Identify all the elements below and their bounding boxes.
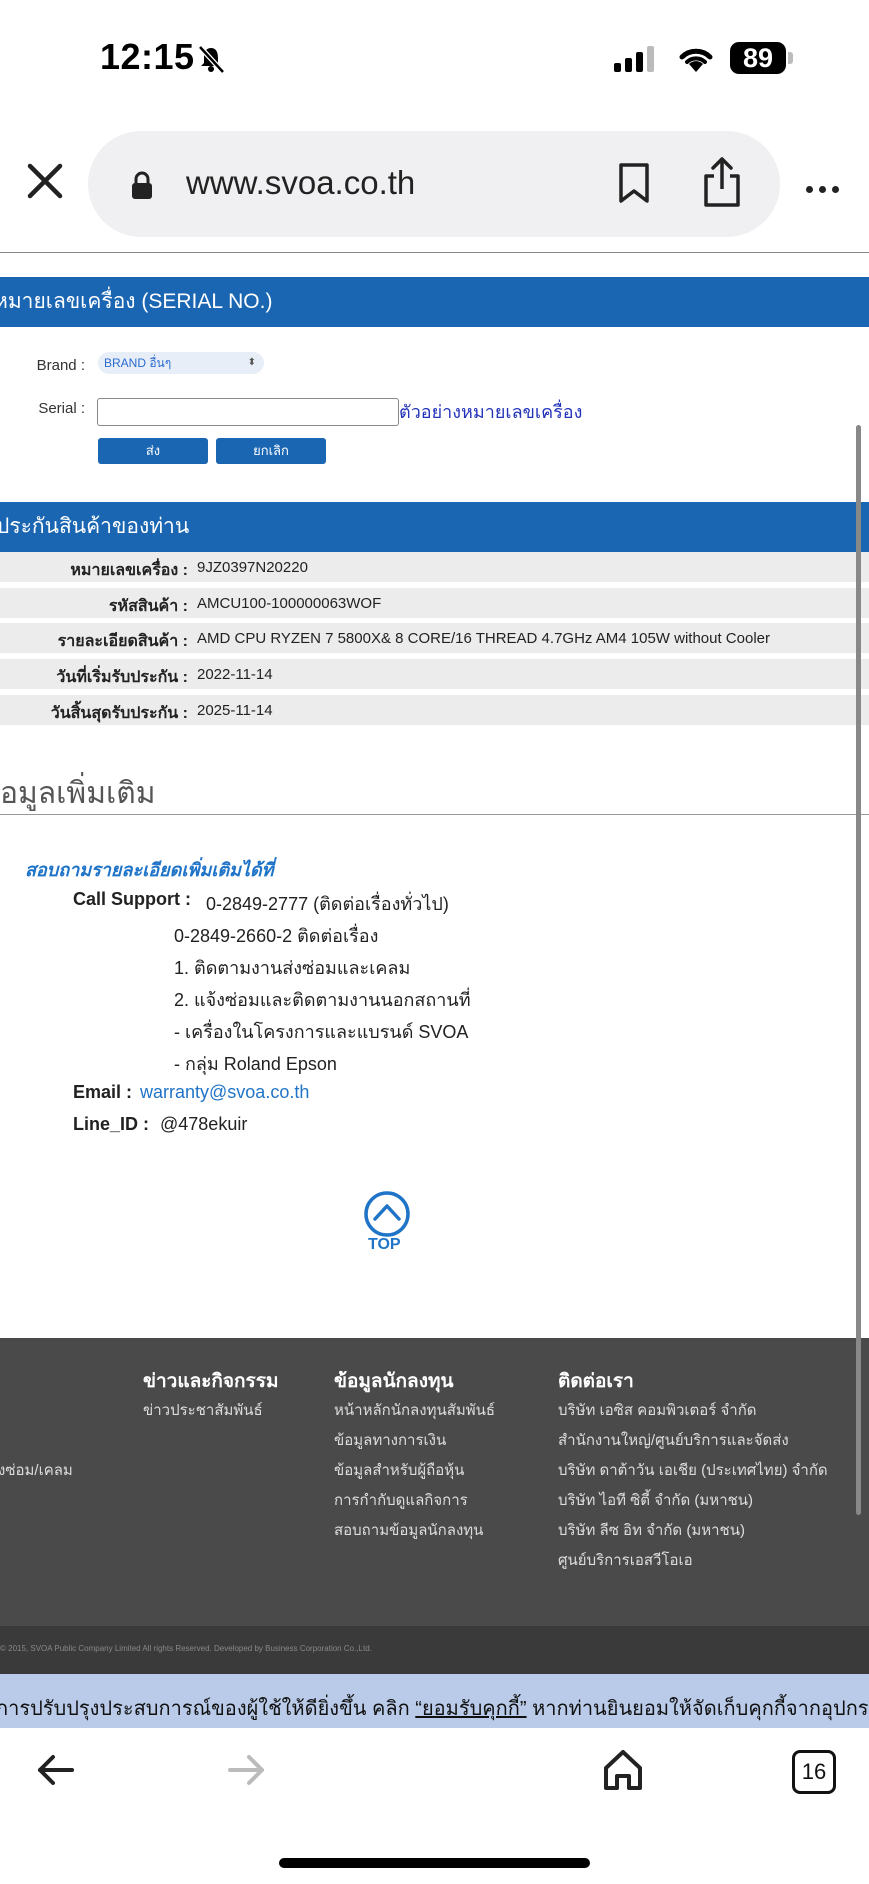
footer-heading-news: ข่าวและกิจกรรม xyxy=(143,1371,279,1392)
warranty-row: หมายเลขเครื่อง : 9JZ0397N20220 xyxy=(0,552,869,582)
footer-heading-contact: ติดต่อเรา xyxy=(558,1371,634,1392)
cookie-text-before: การปรับปรุงประสบการณ์ของผู้ใช้ให้ดียิ่งข… xyxy=(0,1698,416,1720)
serial-section-title: หมายเลขเครื่อง (SERIAL NO.) xyxy=(0,290,273,313)
share-icon[interactable] xyxy=(700,156,744,208)
home-icon[interactable] xyxy=(602,1748,644,1792)
row-value: 2025-11-14 xyxy=(197,702,273,719)
footer-link[interactable]: ข้อมูลทางการเงิน xyxy=(334,1428,446,1452)
call-line: 1. ติดตามงานส่งซ่อมและเคลม xyxy=(174,958,411,978)
copyright: © 2015, SVOA Public Company Limited All … xyxy=(0,1644,372,1653)
status-time: 12:15 xyxy=(100,36,195,77)
footer-link[interactable]: งซ่อม/เคลม xyxy=(0,1458,73,1482)
cookie-text-after: หากท่านยินยอมให้จัดเก็บคุกกี้จากอุปกรณ์ xyxy=(526,1698,869,1720)
row-value: AMD CPU RYZEN 7 5800X& 8 CORE/16 THREAD … xyxy=(197,630,770,647)
contact-heading: สอบถามรายละเอียดเพิ่มเติมได้ที่ xyxy=(25,860,274,880)
footer-heading-investors: ข้อมูลนักลงทุน xyxy=(334,1371,454,1392)
url-text[interactable]: www.svoa.co.th xyxy=(186,164,415,202)
footer-link[interactable]: การกำกับดูแลกิจการ xyxy=(334,1488,468,1512)
row-value: 9JZ0397N20220 xyxy=(197,559,308,576)
row-value: AMCU100-100000063WOF xyxy=(197,595,382,612)
home-indicator xyxy=(279,1858,590,1868)
line-id-value: @478ekuir xyxy=(160,1114,248,1134)
footer-link[interactable]: ข้อมูลสำหรับผู้ถือหุ้น xyxy=(334,1458,464,1482)
close-icon[interactable] xyxy=(24,160,66,202)
footer-link[interactable]: สำนักงานใหญ่/ศูนย์บริการและจัดส่ง xyxy=(558,1428,789,1452)
scroll-top-icon[interactable] xyxy=(362,1189,412,1239)
serial-section-header: หมายเลขเครื่อง (SERIAL NO.) xyxy=(0,277,869,327)
forward-arrow-icon[interactable] xyxy=(226,1750,266,1790)
wifi-icon xyxy=(679,48,713,72)
footer-link[interactable]: หน้าหลักนักลงทุนสัมพันธ์ xyxy=(334,1398,495,1422)
row-value: 2022-11-14 xyxy=(197,666,273,683)
row-label: วันสิ้นสุดรับประกัน : xyxy=(50,705,188,722)
scroll-top-label[interactable]: TOP xyxy=(368,1236,401,1254)
bookmark-icon[interactable] xyxy=(617,162,651,204)
email-link[interactable]: warranty@svoa.co.th xyxy=(140,1082,309,1103)
footer-link[interactable]: บริษัท ลีซ อิท จำกัด (มหาชน) xyxy=(558,1518,745,1542)
footer-link[interactable]: บริษัท เอซิส คอมพิวเตอร์ จำกัด xyxy=(558,1398,757,1422)
warranty-row: รายละเอียดสินค้า : AMD CPU RYZEN 7 5800X… xyxy=(0,623,869,653)
warranty-row: วันที่เริ่มรับประกัน : 2022-11-14 xyxy=(0,659,869,689)
warranty-row: วันสิ้นสุดรับประกัน : 2025-11-14 xyxy=(0,695,869,725)
warranty-section-title: ประกันสินค้าของท่าน xyxy=(0,515,190,538)
divider xyxy=(0,814,869,815)
footer-link[interactable]: ศูนย์บริการเอสวีโอเอ xyxy=(558,1548,693,1572)
footer-link[interactable]: บริษัท ไอที ซิตี้ จำกัด (มหาชน) xyxy=(558,1488,753,1512)
brand-select[interactable]: BRAND อื่นๆ ⬍ xyxy=(98,352,264,374)
row-label: รายละเอียดสินค้า : xyxy=(57,633,188,650)
footer-link[interactable]: ข่าวประชาสัมพันธ์ xyxy=(143,1398,263,1422)
warranty-row: รหัสสินค้า : AMCU100-100000063WOF xyxy=(0,588,869,618)
cookie-text: การปรับปรุงประสบการณ์ของผู้ใช้ให้ดียิ่งข… xyxy=(0,1692,869,1724)
accept-cookies-link[interactable]: “ยอมรับคุกกี้” xyxy=(415,1698,526,1720)
lock-icon xyxy=(132,171,152,199)
call-support-value: 0-2849-2777 (ติดต่อเรื่องทั่วไป) xyxy=(206,894,449,914)
more-info-title: อมูลเพิ่มเติม xyxy=(0,777,156,810)
cookie-banner: การปรับปรุงประสบการณ์ของผู้ใช้ให้ดียิ่งข… xyxy=(0,1674,869,1728)
call-line: 0-2849-2660-2 ติดต่อเรื่อง xyxy=(174,926,379,946)
call-line: - เครื่องในโครงการและแบรนด์ SVOA xyxy=(174,1022,469,1042)
row-label: วันที่เริ่มรับประกัน : xyxy=(56,669,188,686)
call-line: - กลุ่ม Roland Epson xyxy=(174,1054,337,1074)
warranty-section-header: ประกันสินค้าของท่าน xyxy=(0,502,869,552)
footer-link[interactable]: สอบถามข้อมูลนักลงทุน xyxy=(334,1518,483,1542)
cell-signal-icon xyxy=(614,46,654,72)
back-arrow-icon[interactable] xyxy=(36,1750,76,1790)
serial-input[interactable] xyxy=(97,398,399,426)
serial-example-link[interactable]: ตัวอย่างหมายเลขเครื่อง xyxy=(399,397,582,426)
battery-icon: 89 xyxy=(730,42,786,74)
row-label: รหัสสินค้า : xyxy=(108,598,188,615)
cancel-button[interactable]: ยกเลิก xyxy=(216,438,326,464)
call-line: 2. แจ้งซ่อมและติดตามงานนอกสถานที่ xyxy=(174,990,471,1010)
brand-label: Brand : xyxy=(36,357,85,374)
select-arrows-icon: ⬍ xyxy=(247,357,256,368)
call-support-label: Call Support : xyxy=(73,889,191,909)
tabs-count-button[interactable]: 16 xyxy=(792,1750,836,1794)
footer-link[interactable]: บริษัท ดาต้าวัน เอเชีย (ประเทศไทย) จำกัด xyxy=(558,1458,828,1482)
email-label: Email : xyxy=(73,1082,133,1102)
silent-bell-icon xyxy=(198,45,225,74)
more-options-icon[interactable] xyxy=(806,180,845,198)
brand-selected-value: BRAND อื่นๆ xyxy=(104,356,172,370)
battery-cap xyxy=(788,52,793,64)
row-label: หมายเลขเครื่อง : xyxy=(70,562,188,579)
submit-button[interactable]: ส่ง xyxy=(98,438,208,464)
serial-label: Serial : xyxy=(38,400,85,417)
divider xyxy=(0,252,869,253)
scrollbar[interactable] xyxy=(856,425,861,1515)
line-id-label: Line_ID : xyxy=(73,1114,150,1134)
